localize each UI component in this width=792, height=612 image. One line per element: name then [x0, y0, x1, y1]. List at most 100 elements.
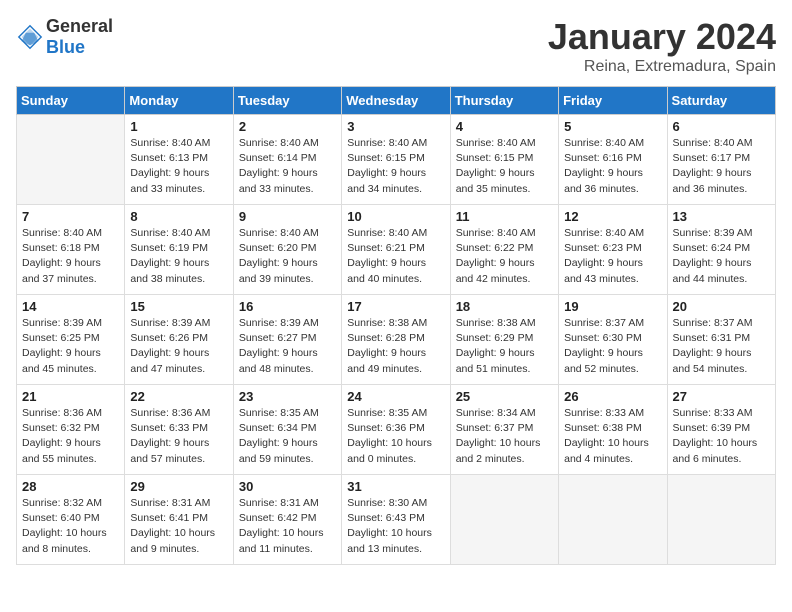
cell-info: Sunrise: 8:40 AM Sunset: 6:13 PM Dayligh… — [130, 136, 227, 197]
day-number: 11 — [456, 209, 553, 224]
day-number: 13 — [673, 209, 770, 224]
logo: General Blue — [16, 16, 113, 58]
calendar-cell: 21 Sunrise: 8:36 AM Sunset: 6:32 PM Dayli… — [17, 385, 125, 475]
logo-blue-text: Blue — [46, 37, 85, 57]
calendar-cell: 30 Sunrise: 8:31 AM Sunset: 6:42 PM Dayli… — [233, 475, 341, 565]
calendar-cell: 3Sunrise: 8:40 AM Sunset: 6:15 PM Daylig… — [342, 115, 450, 205]
cell-info: Sunrise: 8:39 AM Sunset: 6:24 PM Dayligh… — [673, 226, 770, 287]
cell-info: Sunrise: 8:33 AM Sunset: 6:39 PM Dayligh… — [673, 406, 770, 467]
day-number: 17 — [347, 299, 444, 314]
day-number: 3 — [347, 119, 444, 134]
calendar-cell: 24 Sunrise: 8:35 AM Sunset: 6:36 PM Dayli… — [342, 385, 450, 475]
calendar-cell: 18 Sunrise: 8:38 AM Sunset: 6:29 PM Dayli… — [450, 295, 558, 385]
cell-info: Sunrise: 8:40 AM Sunset: 6:20 PM Dayligh… — [239, 226, 336, 287]
cell-info: Sunrise: 8:30 AM Sunset: 6:43 PM Dayligh… — [347, 496, 444, 557]
calendar-cell: 14 Sunrise: 8:39 AM Sunset: 6:25 PM Dayli… — [17, 295, 125, 385]
location-subtitle: Reina, Extremadura, Spain — [548, 58, 776, 76]
cell-info: Sunrise: 8:40 AM Sunset: 6:14 PM Dayligh… — [239, 136, 336, 197]
day-number: 2 — [239, 119, 336, 134]
calendar-cell — [450, 475, 558, 565]
calendar-cell: 20Sunrise: 8:37 AM Sunset: 6:31 PM Dayli… — [667, 295, 775, 385]
logo-general-text: General — [46, 16, 113, 36]
calendar-cell: 6 Sunrise: 8:40 AM Sunset: 6:17 PM Daylig… — [667, 115, 775, 205]
cell-info: Sunrise: 8:35 AM Sunset: 6:34 PM Dayligh… — [239, 406, 336, 467]
day-number: 28 — [22, 479, 119, 494]
cell-info: Sunrise: 8:40 AM Sunset: 6:17 PM Dayligh… — [673, 136, 770, 197]
cell-info: Sunrise: 8:40 AM Sunset: 6:19 PM Dayligh… — [130, 226, 227, 287]
day-number: 31 — [347, 479, 444, 494]
header: General Blue January 2024 Reina, Extrema… — [16, 16, 776, 76]
cell-info: Sunrise: 8:32 AM Sunset: 6:40 PM Dayligh… — [22, 496, 119, 557]
calendar-cell — [559, 475, 667, 565]
day-number: 23 — [239, 389, 336, 404]
calendar-cell: 19 Sunrise: 8:37 AM Sunset: 6:30 PM Dayli… — [559, 295, 667, 385]
calendar-cell: 13 Sunrise: 8:39 AM Sunset: 6:24 PM Dayli… — [667, 205, 775, 295]
weekday-header-sunday: Sunday — [17, 87, 125, 115]
day-number: 26 — [564, 389, 661, 404]
day-number: 7 — [22, 209, 119, 224]
day-number: 19 — [564, 299, 661, 314]
calendar-cell: 2 Sunrise: 8:40 AM Sunset: 6:14 PM Daylig… — [233, 115, 341, 205]
day-number: 6 — [673, 119, 770, 134]
weekday-header-thursday: Thursday — [450, 87, 558, 115]
weekday-header-wednesday: Wednesday — [342, 87, 450, 115]
calendar-cell — [17, 115, 125, 205]
cell-info: Sunrise: 8:40 AM Sunset: 6:16 PM Dayligh… — [564, 136, 661, 197]
calendar-cell: 5Sunrise: 8:40 AM Sunset: 6:16 PM Daylig… — [559, 115, 667, 205]
week-row-5: 28 Sunrise: 8:32 AM Sunset: 6:40 PM Dayli… — [17, 475, 776, 565]
weekday-header-friday: Friday — [559, 87, 667, 115]
weekday-header-monday: Monday — [125, 87, 233, 115]
calendar-cell: 1Sunrise: 8:40 AM Sunset: 6:13 PM Daylig… — [125, 115, 233, 205]
day-number: 15 — [130, 299, 227, 314]
cell-info: Sunrise: 8:33 AM Sunset: 6:38 PM Dayligh… — [564, 406, 661, 467]
day-number: 22 — [130, 389, 227, 404]
calendar-cell: 8 Sunrise: 8:40 AM Sunset: 6:19 PM Daylig… — [125, 205, 233, 295]
weekday-header-row: SundayMondayTuesdayWednesdayThursdayFrid… — [17, 87, 776, 115]
cell-info: Sunrise: 8:35 AM Sunset: 6:36 PM Dayligh… — [347, 406, 444, 467]
cell-info: Sunrise: 8:34 AM Sunset: 6:37 PM Dayligh… — [456, 406, 553, 467]
day-number: 24 — [347, 389, 444, 404]
day-number: 20 — [673, 299, 770, 314]
cell-info: Sunrise: 8:36 AM Sunset: 6:32 PM Dayligh… — [22, 406, 119, 467]
cell-info: Sunrise: 8:40 AM Sunset: 6:23 PM Dayligh… — [564, 226, 661, 287]
weekday-header-saturday: Saturday — [667, 87, 775, 115]
cell-info: Sunrise: 8:31 AM Sunset: 6:42 PM Dayligh… — [239, 496, 336, 557]
month-year-title: January 2024 — [548, 16, 776, 58]
week-row-1: 1Sunrise: 8:40 AM Sunset: 6:13 PM Daylig… — [17, 115, 776, 205]
calendar-table: SundayMondayTuesdayWednesdayThursdayFrid… — [16, 86, 776, 565]
day-number: 18 — [456, 299, 553, 314]
day-number: 25 — [456, 389, 553, 404]
day-number: 14 — [22, 299, 119, 314]
title-block: January 2024 Reina, Extremadura, Spain — [548, 16, 776, 76]
calendar-cell: 4 Sunrise: 8:40 AM Sunset: 6:15 PM Daylig… — [450, 115, 558, 205]
calendar-cell: 16Sunrise: 8:39 AM Sunset: 6:27 PM Dayli… — [233, 295, 341, 385]
calendar-cell: 10 Sunrise: 8:40 AM Sunset: 6:21 PM Dayli… — [342, 205, 450, 295]
cell-info: Sunrise: 8:40 AM Sunset: 6:22 PM Dayligh… — [456, 226, 553, 287]
calendar-cell: 15Sunrise: 8:39 AM Sunset: 6:26 PM Dayli… — [125, 295, 233, 385]
calendar-cell: 22Sunrise: 8:36 AM Sunset: 6:33 PM Dayli… — [125, 385, 233, 475]
calendar-cell: 29Sunrise: 8:31 AM Sunset: 6:41 PM Dayli… — [125, 475, 233, 565]
cell-info: Sunrise: 8:39 AM Sunset: 6:27 PM Dayligh… — [239, 316, 336, 377]
day-number: 4 — [456, 119, 553, 134]
day-number: 29 — [130, 479, 227, 494]
day-number: 10 — [347, 209, 444, 224]
day-number: 30 — [239, 479, 336, 494]
weekday-header-tuesday: Tuesday — [233, 87, 341, 115]
cell-info: Sunrise: 8:38 AM Sunset: 6:29 PM Dayligh… — [456, 316, 553, 377]
cell-info: Sunrise: 8:37 AM Sunset: 6:30 PM Dayligh… — [564, 316, 661, 377]
day-number: 8 — [130, 209, 227, 224]
calendar-cell: 7Sunrise: 8:40 AM Sunset: 6:18 PM Daylig… — [17, 205, 125, 295]
calendar-cell: 23 Sunrise: 8:35 AM Sunset: 6:34 PM Dayli… — [233, 385, 341, 475]
day-number: 21 — [22, 389, 119, 404]
cell-info: Sunrise: 8:40 AM Sunset: 6:21 PM Dayligh… — [347, 226, 444, 287]
week-row-4: 21 Sunrise: 8:36 AM Sunset: 6:32 PM Dayli… — [17, 385, 776, 475]
calendar-cell: 9Sunrise: 8:40 AM Sunset: 6:20 PM Daylig… — [233, 205, 341, 295]
calendar-cell: 27Sunrise: 8:33 AM Sunset: 6:39 PM Dayli… — [667, 385, 775, 475]
calendar-cell: 11 Sunrise: 8:40 AM Sunset: 6:22 PM Dayli… — [450, 205, 558, 295]
cell-info: Sunrise: 8:39 AM Sunset: 6:25 PM Dayligh… — [22, 316, 119, 377]
calendar-cell: 28 Sunrise: 8:32 AM Sunset: 6:40 PM Dayli… — [17, 475, 125, 565]
calendar-cell: 25 Sunrise: 8:34 AM Sunset: 6:37 PM Dayli… — [450, 385, 558, 475]
cell-info: Sunrise: 8:40 AM Sunset: 6:15 PM Dayligh… — [456, 136, 553, 197]
week-row-2: 7Sunrise: 8:40 AM Sunset: 6:18 PM Daylig… — [17, 205, 776, 295]
calendar-cell: 12Sunrise: 8:40 AM Sunset: 6:23 PM Dayli… — [559, 205, 667, 295]
